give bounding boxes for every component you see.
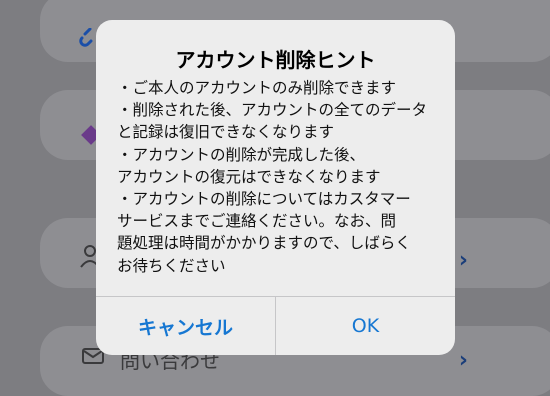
- dialog-message-line: ・アカウントの削除が完成した後、: [117, 145, 366, 164]
- cancel-button[interactable]: キャンセル: [96, 297, 276, 355]
- dialog-message-line: お待ちください: [117, 256, 226, 275]
- dialog-message-line: アカウントの復元はできなくなります: [117, 167, 381, 186]
- dialog-title: アカウント削除ヒント: [175, 48, 376, 72]
- dialog-actions: キャンセル OK: [96, 296, 455, 355]
- chevron-right-icon: ›: [458, 248, 468, 273]
- dialog-message-line: ・アカウントの削除についてはカスタマー: [117, 190, 411, 209]
- dialog-message-line: と記録は復旧できなくなります: [117, 123, 335, 142]
- link-icon: [79, 28, 93, 47]
- ok-button[interactable]: OK: [276, 297, 455, 355]
- dialog-message-line: サービスまでご連絡ください。なお、問: [117, 212, 397, 231]
- dialog-message-line: 題処理は時間がかかりますので、しばらく: [117, 234, 411, 253]
- chevron-right-icon: ›: [458, 348, 468, 373]
- dialog-message: ・ご本人のアカウントのみ削除できます ・削除された後、アカウントの全てのデータ …: [117, 77, 437, 277]
- dialog-message-line: ・ご本人のアカウントのみ削除できます: [117, 79, 397, 97]
- delete-account-dialog: アカウント削除ヒント ・ご本人のアカウントのみ削除できます ・削除された後、アカ…: [96, 20, 455, 355]
- dialog-message-line: ・削除された後、アカウントの全てのデータ: [117, 101, 428, 120]
